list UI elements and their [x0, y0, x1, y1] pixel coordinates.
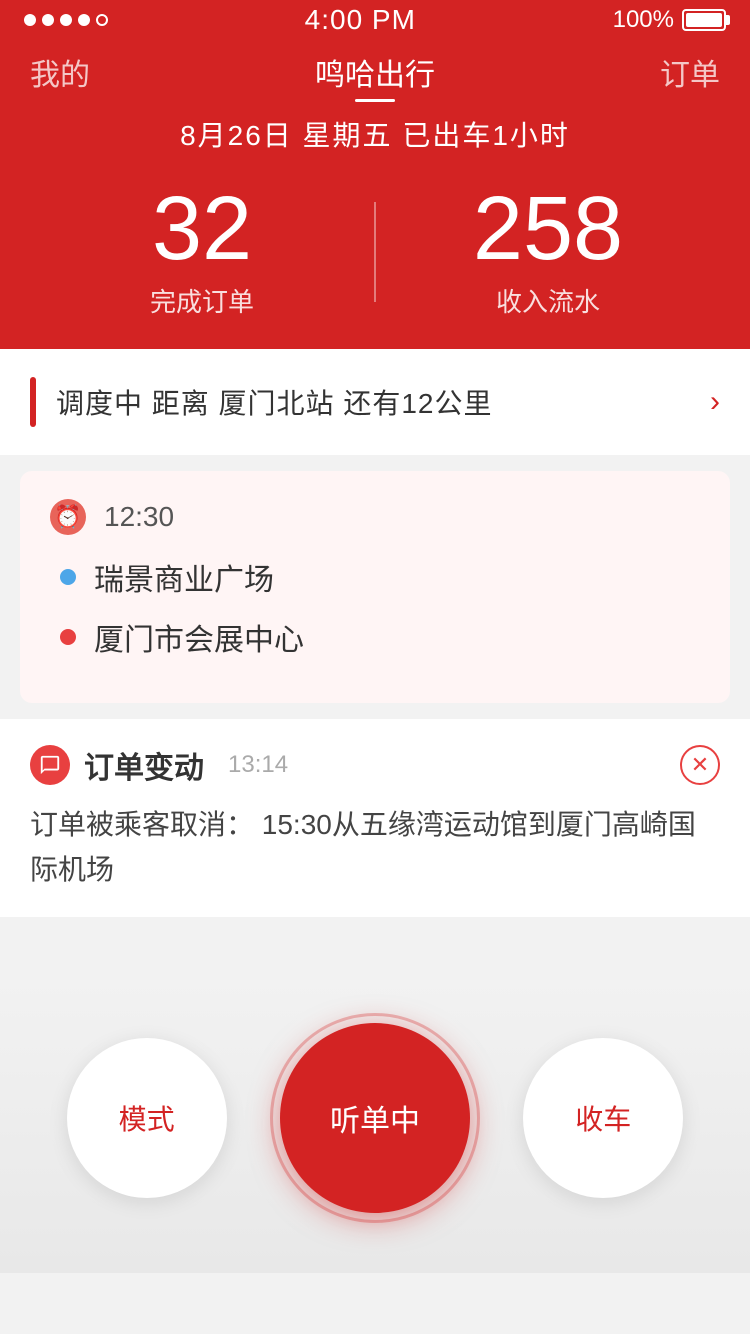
listening-button[interactable]: 听单中: [280, 1023, 470, 1213]
bottom-nav: 模式 听单中 收车: [0, 1023, 750, 1213]
mode-button[interactable]: 模式: [67, 1038, 227, 1198]
battery-fill: [686, 13, 722, 27]
bottom-area: 模式 听单中 收车: [0, 933, 750, 1273]
ride-destination-row: 厦门市会展中心: [50, 615, 700, 659]
notification-card: 订单变动 13:14 ✕ 订单被乘客取消： 15:30从五缘湾运动馆到厦门高崎国…: [0, 719, 750, 917]
dispatch-bar-indicator: [30, 377, 36, 427]
revenue-label: 收入流水: [376, 282, 720, 319]
ride-card: ⏰ 12:30 瑞景商业广场 厦门市会展中心: [20, 471, 730, 703]
stats-row: 32 完成订单 258 收入流水: [30, 184, 720, 319]
notification-title-row: 订单变动 13:14: [30, 743, 288, 787]
dot3: [60, 14, 72, 26]
status-bar: 4:00 PM 100%: [0, 0, 750, 40]
listening-label: 听单中: [330, 1096, 420, 1140]
completed-label: 完成订单: [30, 282, 374, 319]
ride-destination-text: 厦门市会展中心: [94, 615, 304, 659]
main-content: 调度中 距离 厦门北站 还有12公里 › ⏰ 12:30 瑞景商业广场 厦门市会…: [0, 349, 750, 1273]
dispatch-card[interactable]: 调度中 距离 厦门北站 还有12公里 ›: [0, 349, 750, 455]
notification-title: 订单变动: [84, 743, 204, 787]
dispatch-text: 调度中 距离 厦门北站 还有12公里: [56, 382, 492, 422]
notification-time: 13:14: [228, 751, 288, 779]
stat-completed: 32 完成订单: [30, 184, 374, 319]
dispatch-left: 调度中 距离 厦门北站 还有12公里: [30, 377, 492, 427]
completed-count: 32: [30, 184, 374, 274]
park-button[interactable]: 收车: [523, 1038, 683, 1198]
header: 我的 鸣哈出行 订单 8月26日 星期五 已出车1小时 32 完成订单 258 …: [0, 40, 750, 349]
notification-body: 订单被乘客取消： 15:30从五缘湾运动馆到厦门高崎国际机场: [30, 803, 720, 893]
signal-dots: [24, 14, 108, 26]
destination-dot-icon: [60, 629, 76, 645]
nav-tabs: 我的 鸣哈出行 订单: [30, 40, 720, 114]
dispatch-arrow-icon[interactable]: ›: [710, 385, 720, 419]
battery-percent: 100%: [613, 6, 674, 34]
battery-icon: [682, 9, 726, 31]
ride-origin-row: 瑞景商业广场: [50, 555, 700, 599]
nav-tab-mine[interactable]: 我的: [30, 50, 90, 94]
notification-header: 订单变动 13:14 ✕: [30, 743, 720, 787]
mode-label: 模式: [119, 1098, 175, 1138]
nav-tab-main[interactable]: 鸣哈出行: [315, 50, 435, 94]
message-icon: [30, 745, 70, 785]
dot5: [96, 14, 108, 26]
dot2: [42, 14, 54, 26]
date-row: 8月26日 星期五 已出车1小时: [30, 114, 720, 154]
nav-tab-orders[interactable]: 订单: [660, 50, 720, 94]
ride-time-row: ⏰ 12:30: [50, 499, 700, 535]
revenue-count: 258: [376, 184, 720, 274]
park-label: 收车: [575, 1098, 631, 1138]
dot4: [78, 14, 90, 26]
ride-time: 12:30: [104, 501, 174, 533]
notification-close-button[interactable]: ✕: [680, 745, 720, 785]
origin-dot-icon: [60, 569, 76, 585]
clock-icon: ⏰: [50, 499, 86, 535]
stat-revenue: 258 收入流水: [376, 184, 720, 319]
dot1: [24, 14, 36, 26]
status-time: 4:00 PM: [305, 4, 416, 36]
ride-origin-text: 瑞景商业广场: [94, 555, 274, 599]
battery-area: 100%: [613, 6, 726, 34]
